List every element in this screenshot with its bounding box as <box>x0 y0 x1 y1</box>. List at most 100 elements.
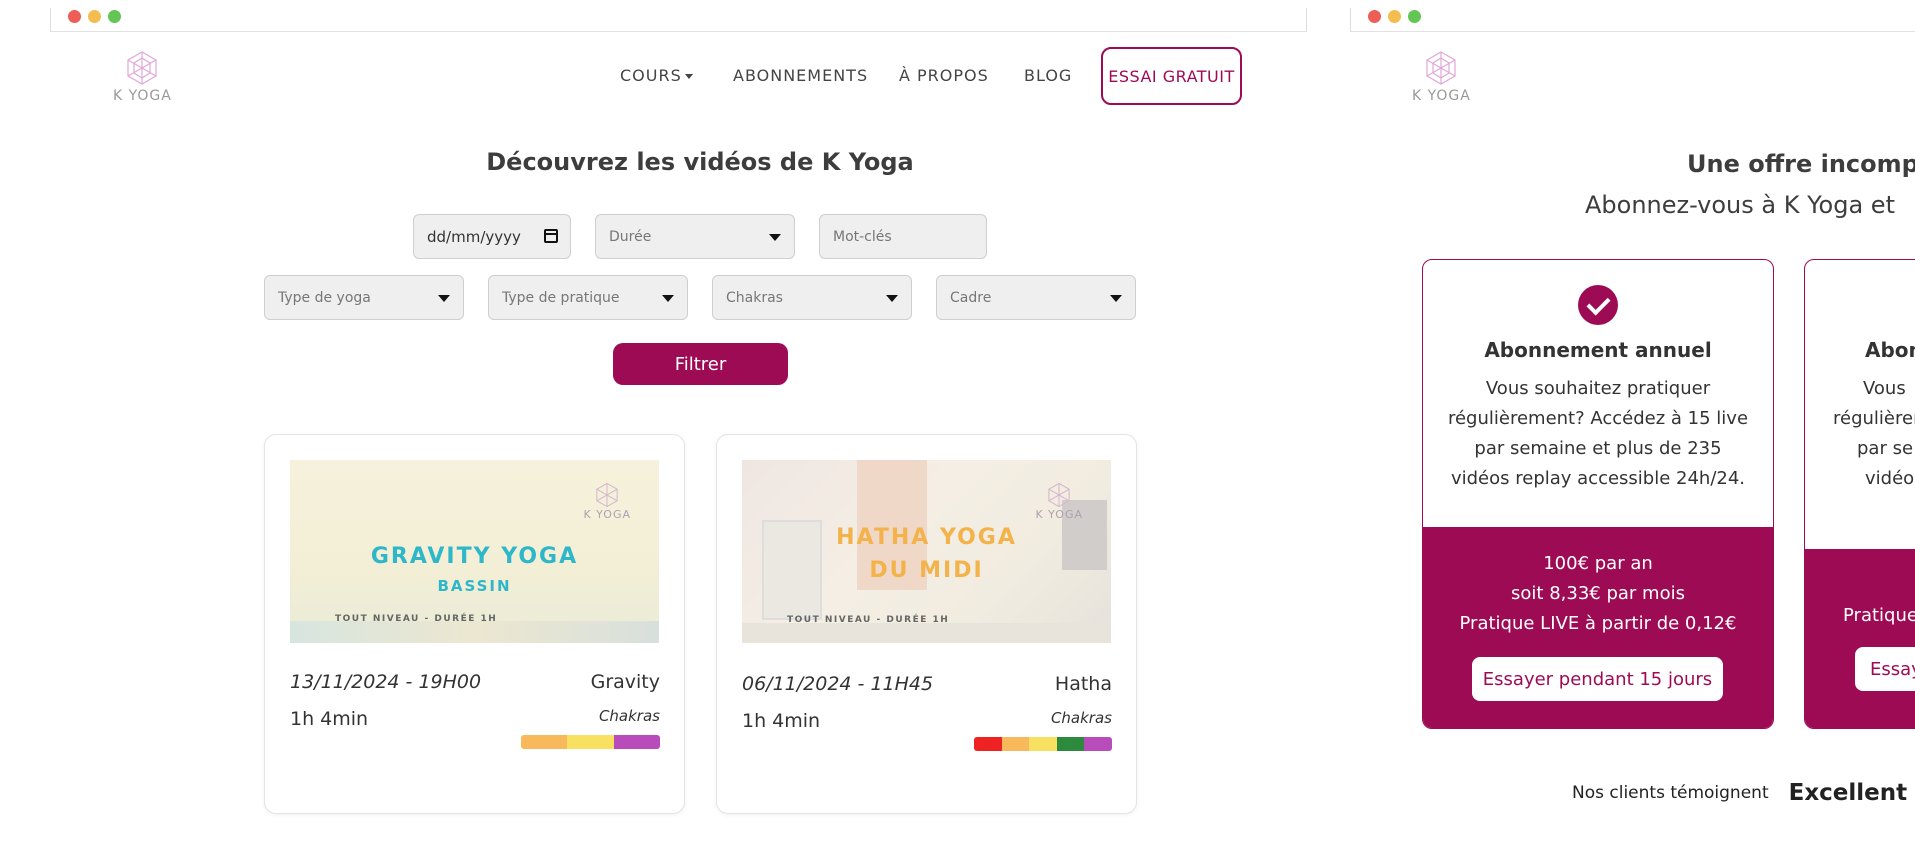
testimony-rating: Excellent <box>1788 780 1908 806</box>
chakra-segment <box>1001 737 1030 751</box>
offers-window: K YOGA Une offre incompa Abonnez-vous à … <box>1350 0 1915 855</box>
trial-15-days-button[interactable]: Essayer pendant 15 jours <box>1472 657 1723 701</box>
offer-card-annual: Abonnement annuel Vous souhaitez pratiqu… <box>1422 259 1774 729</box>
minimize-dot[interactable] <box>1388 10 1401 23</box>
nav-abonnements[interactable]: ABONNEMENTS <box>733 66 868 85</box>
chakra-segment <box>521 735 568 749</box>
video-card[interactable]: K YOGA GRAVITY YOGA BASSIN TOUT NIVEAU -… <box>264 434 685 814</box>
thumbnail-title: HATHA YOGA <box>836 525 1017 550</box>
check-circle-icon <box>1578 285 1618 325</box>
nav-cours[interactable]: COURS <box>620 66 693 85</box>
video-type: Hatha <box>1054 673 1112 695</box>
keywords-input[interactable]: Mot-clés <box>819 214 987 259</box>
nav-blog[interactable]: BLOG <box>1024 66 1072 85</box>
video-duration: 1h 4min <box>742 710 821 732</box>
video-type: Gravity <box>590 671 660 693</box>
chakra-bar <box>521 735 660 749</box>
chakra-segment <box>567 735 614 749</box>
offer-name: Abon <box>1865 338 1915 362</box>
dropdown-arrow-icon <box>886 295 898 302</box>
setting-label: Cadre <box>950 289 992 306</box>
date-placeholder: dd/mm/yyyy <box>427 227 521 246</box>
yoga-type-label: Type de yoga <box>278 289 371 306</box>
chakra-segment <box>1029 737 1057 751</box>
offer-price-panel: 100€ par an soit 8,33€ par mois Pratique… <box>1423 527 1773 728</box>
close-dot[interactable] <box>1368 10 1381 23</box>
browser-bar <box>1350 0 1915 32</box>
offer-name: Abonnement annuel <box>1484 338 1712 362</box>
site-logo[interactable]: K YOGA <box>113 50 172 104</box>
video-date: 06/11/2024 - 11H45 <box>742 673 934 695</box>
video-thumbnail[interactable]: K YOGA HATHA YOGA DU MIDI TOUT NIVEAU - … <box>742 460 1111 643</box>
offer-description: Vous souhaitez pratiquer régulièrement? … <box>1447 378 1749 489</box>
chakras-caption: Chakras <box>1050 709 1112 727</box>
offer-price-line: Pratique <box>1843 605 1915 626</box>
chakra-bar <box>974 737 1112 751</box>
caret-down-icon <box>684 74 693 79</box>
offer-price-line: Pratique LIVE à partir de 0,12€ <box>1459 613 1737 634</box>
site-logo[interactable]: K YOGA <box>1412 50 1471 104</box>
offer-price-line: 100€ par an <box>1543 553 1653 574</box>
chakra-segment <box>974 737 1002 751</box>
practice-type-label: Type de pratique <box>502 289 620 306</box>
maximize-dot[interactable] <box>1408 10 1421 23</box>
close-dot[interactable] <box>68 10 81 23</box>
video-thumbnail[interactable]: K YOGA GRAVITY YOGA BASSIN TOUT NIVEAU -… <box>290 460 659 643</box>
chakra-segment <box>613 735 660 749</box>
lotus-icon <box>596 482 618 508</box>
thumbnail-logo: K YOGA <box>1035 482 1083 521</box>
video-card[interactable]: K YOGA HATHA YOGA DU MIDI TOUT NIVEAU - … <box>716 434 1137 814</box>
practice-type-select[interactable]: Type de pratique <box>488 275 688 320</box>
offer-description-line: Vous <box>1863 378 1906 399</box>
video-duration: 1h 4min <box>290 708 369 730</box>
lotus-icon <box>127 51 158 85</box>
date-input[interactable]: dd/mm/yyyy <box>413 214 571 259</box>
thumbnail-subtitle: BASSIN <box>437 577 512 595</box>
thumbnail-logo-text: K YOGA <box>1035 508 1083 521</box>
thumbnail-title: GRAVITY YOGA <box>370 544 579 569</box>
offer-description: Vous régulièrem par se vidéos <box>1833 374 1915 494</box>
lotus-icon <box>1048 482 1070 508</box>
offer-price-panel: Pratique Essay <box>1805 549 1915 728</box>
duration-label: Durée <box>609 228 652 245</box>
offer-price-line: soit 8,33€ par mois <box>1511 583 1685 604</box>
nav-cours-label: COURS <box>620 66 682 85</box>
thumbnail-subtitle: DU MIDI <box>869 558 984 583</box>
dropdown-arrow-icon <box>662 295 674 302</box>
video-date: 13/11/2024 - 19H00 <box>290 671 482 693</box>
filter-button[interactable]: Filtrer <box>613 343 788 385</box>
logo-text: K YOGA <box>1412 88 1471 104</box>
yoga-type-select[interactable]: Type de yoga <box>264 275 464 320</box>
maximize-dot[interactable] <box>108 10 121 23</box>
offers-title: Une offre incompa <box>1687 150 1915 178</box>
videos-window: K YOGA COURS ABONNEMENTS À PROPOS BLOG E… <box>0 0 1380 855</box>
dropdown-arrow-icon <box>438 295 450 302</box>
thumbnail-caption: TOUT NIVEAU - DURÉE 1H <box>335 614 498 624</box>
offer-description-line: régulièrem <box>1833 408 1915 429</box>
thumbnail-logo: K YOGA <box>583 482 631 521</box>
dropdown-arrow-icon <box>1110 295 1122 302</box>
offer-description-line: par se <box>1857 438 1914 459</box>
chakras-label: Chakras <box>726 289 783 306</box>
minimize-dot[interactable] <box>88 10 101 23</box>
chakras-caption: Chakras <box>598 707 660 725</box>
offers-subtitle: Abonnez-vous à K Yoga et <box>1585 191 1895 219</box>
lotus-icon <box>1426 51 1457 85</box>
browser-bar <box>50 0 1307 32</box>
thumbnail-logo-text: K YOGA <box>583 508 631 521</box>
free-trial-button[interactable]: ESSAI GRATUIT <box>1101 47 1242 105</box>
calendar-icon[interactable] <box>544 229 558 243</box>
offer-description-line: vidéos <box>1865 468 1915 489</box>
logo-text: K YOGA <box>113 88 172 104</box>
thumbnail-caption: TOUT NIVEAU - DURÉE 1H <box>787 615 950 625</box>
page-title: Découvrez les vidéos de K Yoga <box>486 148 914 176</box>
setting-select[interactable]: Cadre <box>936 275 1136 320</box>
duration-select[interactable]: Durée <box>595 214 795 259</box>
nav-a-propos[interactable]: À PROPOS <box>899 66 989 85</box>
offer-card-second: Abon Vous régulièrem par se vidéos Prati… <box>1804 259 1915 729</box>
trial-button[interactable]: Essay <box>1855 647 1915 691</box>
testimony-bar: Nos clients témoignent Excellent <box>1572 779 1915 807</box>
chakra-segment <box>1056 737 1085 751</box>
keywords-placeholder: Mot-clés <box>833 228 892 245</box>
chakras-select[interactable]: Chakras <box>712 275 912 320</box>
